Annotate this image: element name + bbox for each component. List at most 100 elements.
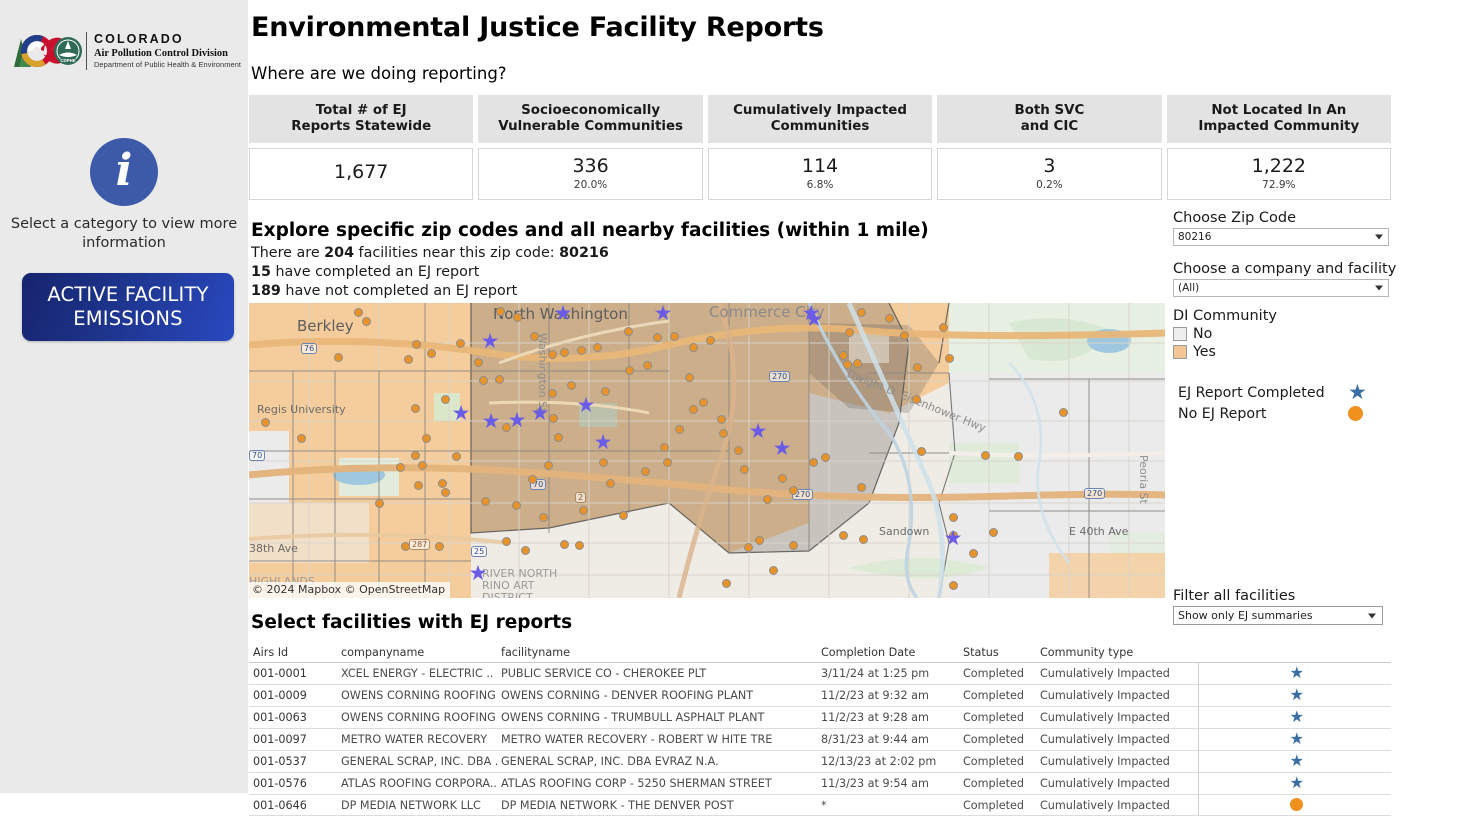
column-header-airs-id[interactable]: Airs Id [249, 646, 337, 663]
table-row[interactable]: 001-0063OWENS CORNING ROOFING..OWENS COR… [249, 707, 1391, 729]
map-facility-dot[interactable] [441, 488, 450, 497]
map-facility-dot[interactable] [789, 486, 798, 495]
map-facility-dot[interactable] [539, 513, 548, 522]
map-facility-dot[interactable] [599, 458, 608, 467]
map-facility-star[interactable]: ★ [480, 331, 500, 351]
map-facility-dot[interactable] [575, 541, 584, 550]
map-facility-dot[interactable] [809, 458, 818, 467]
map-facility-dot[interactable] [528, 475, 537, 484]
map-facility-dot[interactable] [945, 354, 954, 363]
map-facility-dot[interactable] [544, 461, 553, 470]
map-facility-star[interactable]: ★ [772, 438, 792, 458]
map-facility-star[interactable]: ★ [653, 303, 673, 323]
map-facility-dot[interactable] [412, 340, 421, 349]
map-facility-dot[interactable] [593, 343, 602, 352]
map-facility-dot[interactable] [949, 513, 958, 522]
map-facility-dot[interactable] [744, 543, 753, 552]
map-facility-dot[interactable] [625, 366, 634, 375]
filter-facilities-select[interactable]: Show only EJ summaries [1173, 606, 1383, 625]
map-facility-dot[interactable] [989, 528, 998, 537]
map-facility-dot[interactable] [670, 332, 679, 341]
map-facility-dot[interactable] [554, 433, 563, 442]
map-facility-dot[interactable] [567, 381, 576, 390]
map-facility-dot[interactable] [502, 537, 511, 546]
map-facility-dot[interactable] [481, 497, 490, 506]
table-row[interactable]: 001-0001XCEL ENERGY - ELECTRIC ..PUBLIC … [249, 663, 1391, 685]
map-facility-star[interactable]: ★ [748, 421, 768, 441]
map-facility-dot[interactable] [474, 358, 483, 367]
map-facility-dot[interactable] [778, 474, 787, 483]
map-facility-dot[interactable] [496, 307, 505, 316]
kpi-card-cumulatively-impacted[interactable]: Cumulatively ImpactedCommunities 114 6.8… [708, 95, 932, 200]
map-facility-dot[interactable] [912, 395, 921, 404]
map-facility-dot[interactable] [857, 483, 866, 492]
map-facility-dot[interactable] [722, 579, 731, 588]
kpi-card-not-located-impacted[interactable]: Not Located In AnImpacted Community 1,22… [1167, 95, 1391, 200]
di-community-legend-no[interactable]: No [1173, 326, 1471, 342]
map-facility-dot[interactable] [456, 339, 465, 348]
table-row[interactable]: 001-0537GENERAL SCRAP, INC. DBA ..GENERA… [249, 751, 1391, 773]
map-facility-dot[interactable] [699, 398, 708, 407]
active-facility-emissions-button[interactable]: ACTIVE FACILITY EMISSIONS [22, 273, 234, 341]
map-facility-star[interactable]: ★ [576, 395, 596, 415]
map-facility-dot[interactable] [362, 317, 371, 326]
map-facility-dot[interactable] [513, 313, 522, 322]
map-facility-dot[interactable] [653, 333, 662, 342]
map-facility-dot[interactable] [401, 542, 410, 551]
map-facility-dot[interactable] [717, 415, 726, 424]
map-facility-dot[interactable] [452, 452, 461, 461]
map-facility-dot[interactable] [521, 546, 530, 555]
map-facility-dot[interactable] [619, 511, 628, 520]
map-facility-dot[interactable] [969, 549, 978, 558]
column-header-completion-date[interactable]: Completion Date [817, 646, 959, 663]
map-facility-dot[interactable] [843, 360, 852, 369]
map-facility-dot[interactable] [740, 465, 749, 474]
table-row[interactable]: 001-0646DP MEDIA NETWORK LLCDP MEDIA NET… [249, 795, 1391, 816]
map-facility-dot[interactable] [354, 308, 363, 317]
map-facility-dot[interactable] [913, 363, 922, 372]
map-facility-dot[interactable] [512, 501, 521, 510]
map-facility-dot[interactable] [839, 351, 848, 360]
map-facility-dot[interactable] [427, 349, 436, 358]
map-facility-dot[interactable] [560, 540, 569, 549]
map-facility-dot[interactable] [418, 461, 427, 470]
map-facility-dot[interactable] [411, 404, 420, 413]
map-facility-dot[interactable] [548, 350, 557, 359]
map-facility-dot[interactable] [763, 495, 772, 504]
map-facility-dot[interactable] [1059, 408, 1068, 417]
column-header-status[interactable]: Status [959, 646, 1036, 663]
map-facility-dot[interactable] [689, 405, 698, 414]
map-facility-dot[interactable] [579, 506, 588, 515]
map-facility-dot[interactable] [297, 434, 306, 443]
map-facility-dot[interactable] [624, 327, 633, 336]
map-facility-dot[interactable] [560, 348, 569, 357]
map-facility-dot[interactable] [769, 566, 778, 575]
table-row[interactable]: 001-0009OWENS CORNING ROOFING..OWENS COR… [249, 685, 1391, 707]
map-facility-dot[interactable] [949, 581, 958, 590]
map-facility-star[interactable]: ★ [507, 410, 527, 430]
table-row[interactable]: 001-0097METRO WATER RECOVERYMETRO WATER … [249, 729, 1391, 751]
map-facility-dot[interactable] [853, 359, 862, 368]
map-facility-star[interactable]: ★ [804, 309, 824, 329]
map-facility-dot[interactable] [577, 346, 586, 355]
map-facility-dot[interactable] [601, 387, 610, 396]
kpi-card-total-ej-reports[interactable]: Total # of EJReports Statewide 1,677 [249, 95, 473, 200]
map-canvas[interactable] [249, 303, 1165, 598]
map-facility-dot[interactable] [734, 446, 743, 455]
di-community-legend-yes[interactable]: Yes [1173, 344, 1471, 360]
map-facility-dot[interactable] [643, 361, 652, 370]
map-facility-dot[interactable] [885, 314, 894, 323]
kpi-card-socioeconomically-vulnerable[interactable]: SocioeconomicallyVulnerable Communities … [478, 95, 702, 200]
kpi-card-both-svc-and-cic[interactable]: Both SVCand CIC 3 0.2% [937, 95, 1161, 200]
company-facility-select[interactable]: (All) [1173, 279, 1389, 297]
map-facility-dot[interactable] [411, 451, 420, 460]
map-facility-dot[interactable] [548, 389, 557, 398]
map-facility-star[interactable]: ★ [451, 403, 471, 423]
map-facility-dot[interactable] [689, 343, 698, 352]
map-facility-dot[interactable] [939, 323, 948, 332]
map-facility-dot[interactable] [859, 535, 868, 544]
map-facility-star[interactable]: ★ [593, 432, 613, 452]
map-facility-dot[interactable] [641, 467, 650, 476]
map-facility-dot[interactable] [663, 458, 672, 467]
map-facility-dot[interactable] [261, 418, 270, 427]
